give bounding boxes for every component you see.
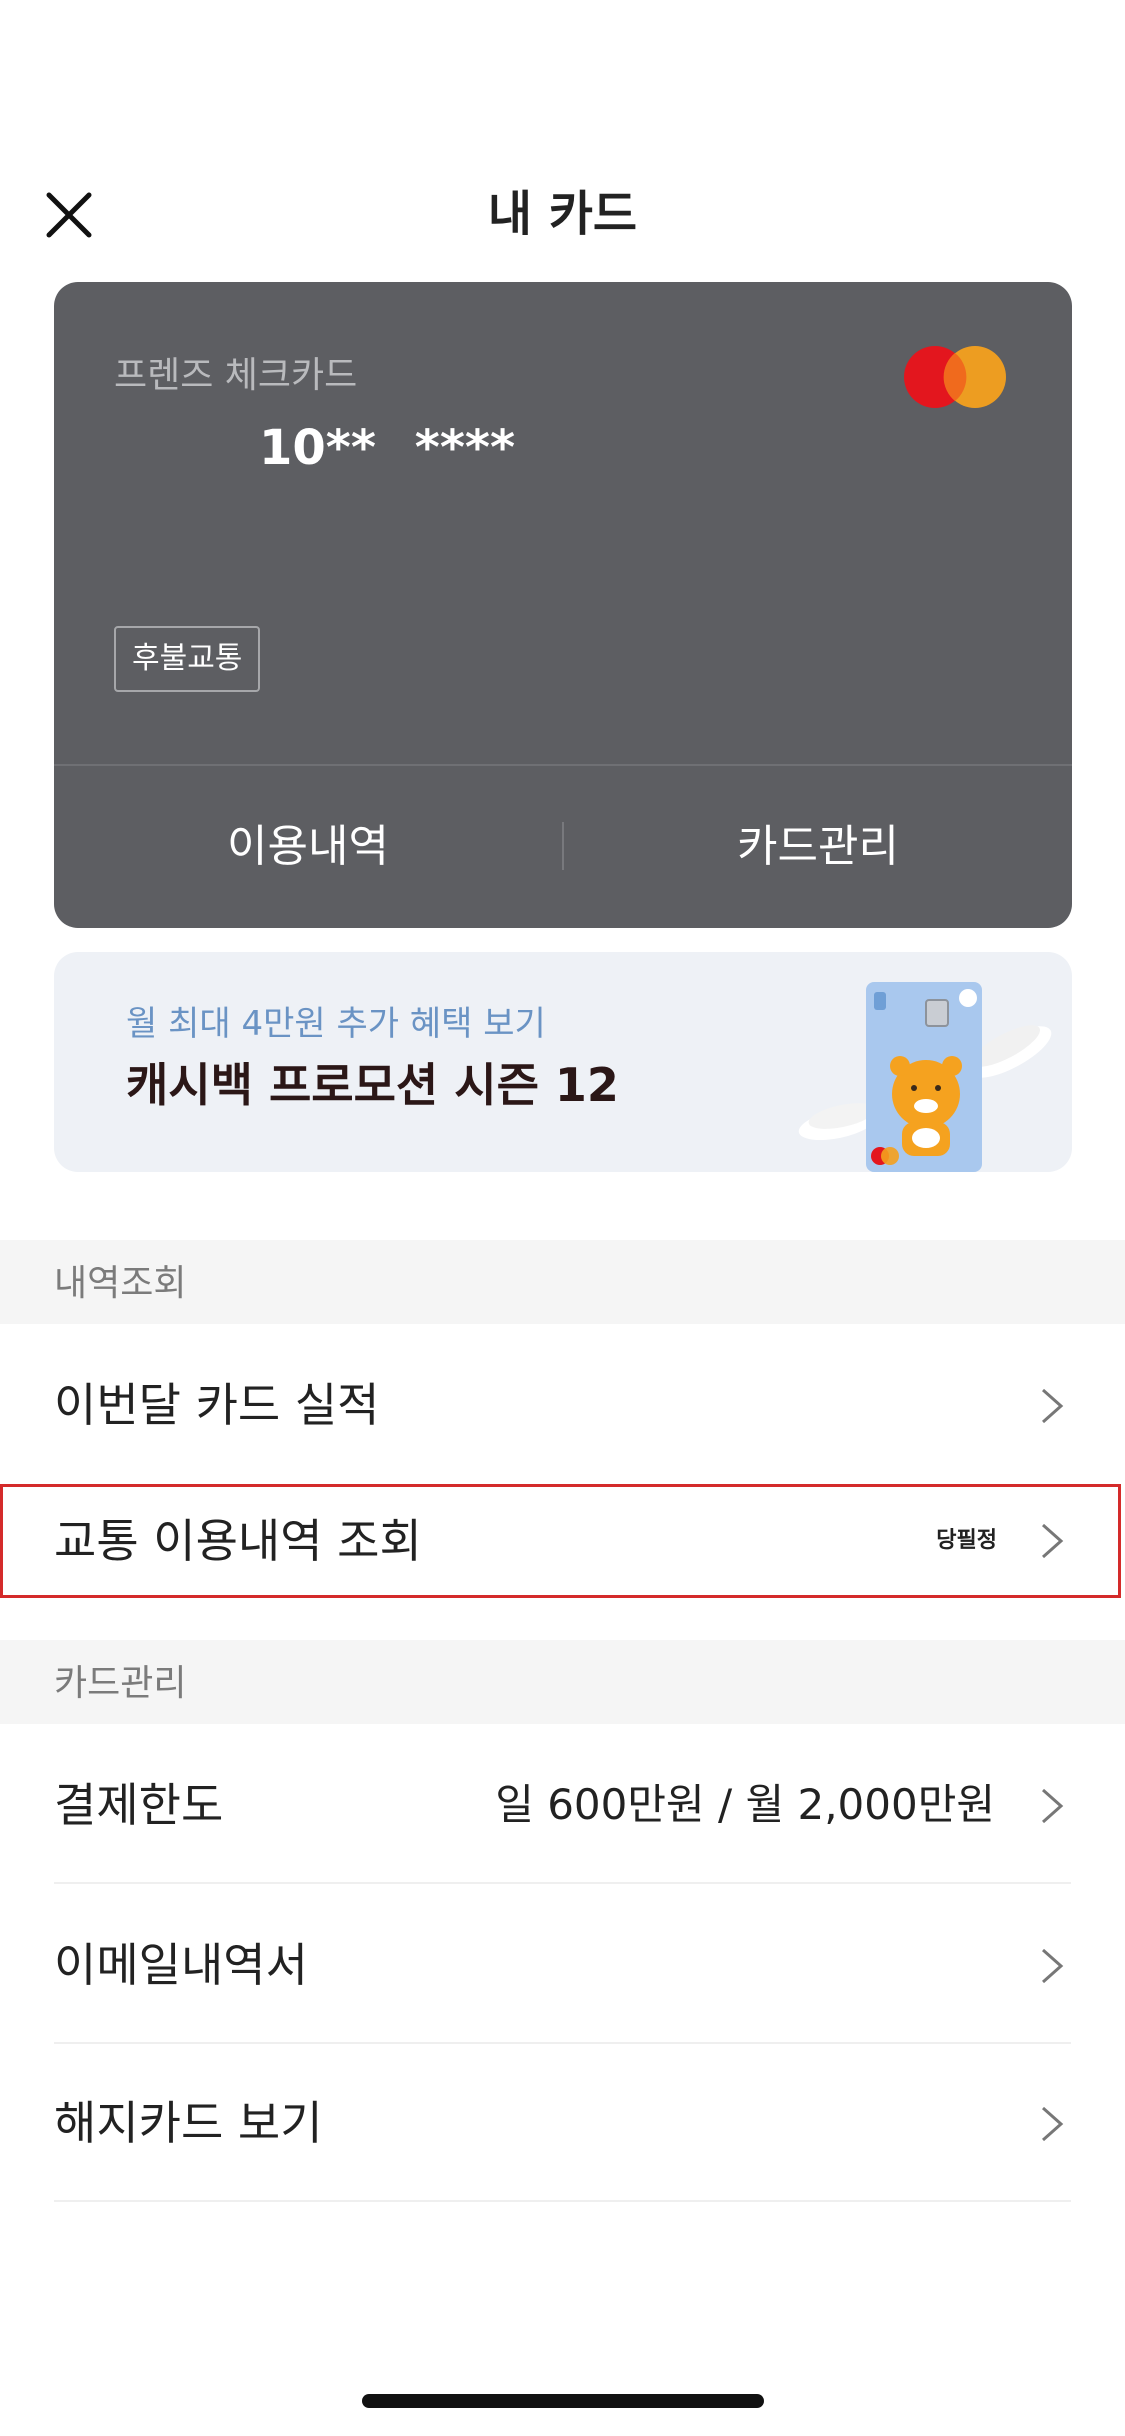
card-number: 10** ****: [259, 420, 516, 476]
home-indicator: [362, 2394, 764, 2408]
row-divider: [54, 2200, 1071, 2202]
promo-title: 캐시백 프로모션 시즌 12: [126, 1058, 619, 1112]
chevron-right-icon: [1037, 1946, 1067, 1986]
chevron-right-icon: [1037, 1786, 1067, 1826]
row-value: 일 600만원 / 월 2,000만원: [495, 1780, 995, 1829]
postpaid-transit-badge: 후불교통: [114, 626, 261, 692]
chevron-right-icon: [1037, 1386, 1067, 1426]
row-label: 결제한도: [54, 1778, 224, 1832]
chevron-right-icon: [1037, 1521, 1067, 1561]
section-header-label: 카드관리: [54, 1663, 187, 1704]
list-item-cancelled-cards[interactable]: 해지카드 보기: [0, 2044, 1125, 2202]
card-name: 프렌즈 체크카드: [114, 355, 358, 396]
list-item-email-statement[interactable]: 이메일내역서: [0, 1886, 1125, 2044]
usage-history-button[interactable]: 이용내역: [54, 766, 562, 928]
card-manage-button[interactable]: 카드관리: [564, 766, 1072, 928]
row-label: 해지카드 보기: [54, 2096, 323, 2150]
row-label: 교통 이용내역 조회: [54, 1514, 422, 1568]
row-label: 이번달 카드 실적: [54, 1378, 380, 1432]
row-label: 이메일내역서: [54, 1938, 308, 1992]
section-header-manage: 카드관리: [0, 1640, 1125, 1724]
mastercard-icon: [902, 344, 1008, 410]
page-title: 내 카드: [487, 186, 638, 242]
list-item-monthly-performance[interactable]: 이번달 카드 실적: [0, 1326, 1125, 1484]
promo-subtitle: 월 최대 4만원 추가 혜택 보기: [126, 1004, 546, 1044]
row-divider: [54, 1882, 1071, 1884]
row-tag: 당필정: [936, 1528, 997, 1553]
promo-banner[interactable]: 월 최대 4만원 추가 혜택 보기 캐시백 프로모션 시즌 12: [54, 952, 1072, 1172]
section-header-label: 내역조회: [54, 1263, 187, 1304]
card-panel: 프렌즈 체크카드 10** **** 후불교통 이용내역 카드관리: [54, 282, 1072, 928]
list-item-payment-limit[interactable]: 결제한도 일 600만원 / 월 2,000만원: [0, 1726, 1125, 1884]
chevron-right-icon: [1037, 2104, 1067, 2144]
section-header-history: 내역조회: [0, 1240, 1125, 1324]
character-card-illustration: [796, 982, 1072, 1172]
list-item-transit-history[interactable]: 교통 이용내역 조회 당필정: [0, 1484, 1125, 1598]
